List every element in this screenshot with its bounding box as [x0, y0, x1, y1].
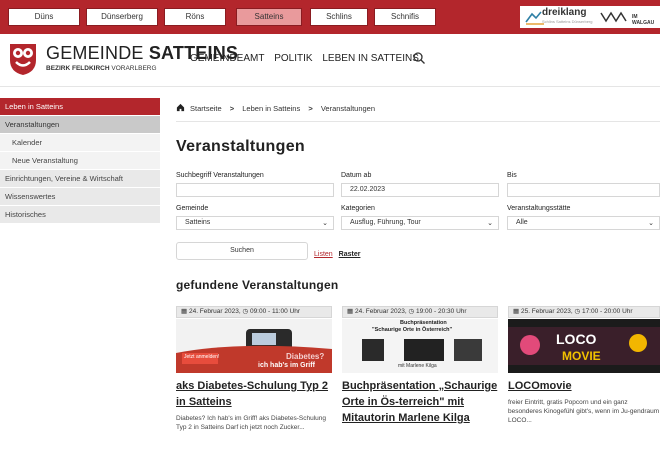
view-list-link[interactable]: Listen	[314, 251, 333, 258]
image-headline: Diabetes?	[286, 352, 325, 361]
event-date: ▦ 24. Februar 2023, ◷ 19:00 - 20:30 Uhr	[342, 306, 498, 318]
main-nav: GEMEINDEAMT POLITIK LEBEN IN SATTEINS	[190, 53, 426, 64]
search-label: Suchbegriff Veranstaltungen	[176, 172, 264, 179]
sidebar-item-leben-in-satteins[interactable]: Leben in Satteins	[0, 98, 160, 116]
image-headline: LOCO	[556, 331, 597, 347]
chevron-down-icon: ⌄	[487, 220, 493, 227]
image-headline: Buchpräsentation	[400, 320, 447, 326]
date-from-input[interactable]: 22.02.2023	[341, 183, 499, 197]
event-title[interactable]: LOCOmovie	[508, 378, 660, 394]
calendar-icon: ▦	[181, 308, 188, 315]
event-date-text: 24. Februar 2023,	[354, 308, 407, 315]
event-date: ▦ 24. Februar 2023, ◷ 09:00 - 11:00 Uhr	[176, 306, 332, 318]
chevron-down-icon: ⌄	[322, 220, 328, 227]
sidebar-item-neue-veranstaltung[interactable]: Neue Veranstaltung	[0, 152, 160, 170]
sidebar-item-veranstaltungen[interactable]: Veranstaltungen	[0, 116, 160, 134]
results-title: gefundene Veranstaltungen	[176, 278, 339, 292]
sidebar-item-einrichtungen[interactable]: Einrichtungen, Vereine & Wirtschaft	[0, 170, 160, 188]
sidebar-item-kalender[interactable]: Kalender	[0, 134, 160, 152]
event-date: ▦ 25. Februar 2023, ◷ 17:00 - 20:00 Uhr	[508, 306, 660, 318]
clock-icon: ◷	[408, 308, 415, 315]
search-input[interactable]	[176, 183, 334, 197]
event-image[interactable]: Buchpräsentation "Schaurige Orte in Öste…	[342, 319, 498, 373]
town-tab-duenserberg[interactable]: Dünserberg	[86, 8, 158, 26]
gemeinde-select-value: Satteins	[185, 219, 211, 226]
dreiklang-tagline: Schlins Satteins Dünserberg	[542, 19, 593, 24]
search-button[interactable]: Suchen	[176, 242, 308, 260]
image-subline: "Schaurige Orte in Österreich"	[372, 327, 453, 333]
kategorien-label: Kategorien	[341, 205, 375, 212]
breadcrumb-separator: >	[229, 104, 235, 113]
event-date-text: 24. Februar 2023,	[188, 308, 241, 315]
search-icon[interactable]	[412, 51, 426, 65]
date-from-label: Datum ab	[341, 172, 372, 179]
staette-select[interactable]: Alle ⌄	[507, 216, 660, 230]
event-card[interactable]: ▦ 25. Februar 2023, ◷ 17:00 - 20:00 Uhr …	[508, 306, 660, 450]
view-toggle: Listen Raster	[314, 251, 364, 258]
walgau-logo[interactable]	[600, 11, 628, 23]
event-time-text: 09:00 - 11:00 Uhr	[249, 308, 301, 315]
subtitle-rest: VORARLBERG	[111, 65, 157, 72]
nav-gemeindeamt[interactable]: GEMEINDEAMT	[190, 53, 264, 64]
breadcrumb-startseite[interactable]: Startseite	[190, 104, 222, 113]
town-tab-schnifis[interactable]: Schnifis	[374, 8, 436, 26]
event-date-text: 25. Februar 2023,	[520, 308, 573, 315]
image-badge: Jetzt anmelden!	[184, 354, 220, 360]
sidebar-item-historisches[interactable]: Historisches	[0, 206, 160, 224]
breadcrumb-separator: >	[308, 104, 313, 113]
gemeinde-label: Gemeinde	[176, 205, 209, 212]
page-title: Veranstaltungen	[176, 138, 305, 155]
date-to-input[interactable]	[507, 183, 660, 197]
event-card[interactable]: ▦ 24. Februar 2023, ◷ 09:00 - 11:00 Uhr …	[176, 306, 332, 450]
staette-select-value: Alle	[516, 219, 528, 226]
event-time-text: 17:00 - 20:00 Uhr	[581, 308, 633, 315]
home-icon[interactable]	[176, 103, 185, 112]
sidebar-item-wissenswertes[interactable]: Wissenswertes	[0, 188, 160, 206]
image-subline: mit Marlene Kilga	[398, 363, 437, 369]
calendar-icon: ▦	[513, 308, 520, 315]
clock-icon: ◷	[574, 308, 581, 315]
breadcrumb-divider	[176, 121, 660, 122]
sidebar: Leben in Satteins Veranstaltungen Kalend…	[0, 98, 160, 224]
walgau-wordmark: IM WALGAU	[632, 14, 655, 26]
event-image[interactable]: Jetzt anmelden! Diabetes? ich hab's im G…	[176, 319, 332, 373]
kategorien-select-value: Ausflug, Führung, Tour	[350, 219, 421, 226]
breadcrumb-veranstaltungen[interactable]: Veranstaltungen	[321, 104, 375, 113]
gemeinde-select[interactable]: Satteins ⌄	[176, 216, 334, 230]
chevron-down-icon: ⌄	[648, 220, 654, 227]
town-tab-satteins[interactable]: Satteins	[236, 8, 302, 26]
header-divider	[0, 86, 660, 87]
municipality-subtitle: BEZIRK FELDKIRCH VORARLBERG	[46, 65, 157, 72]
view-grid-link[interactable]: Raster	[339, 251, 361, 258]
event-image[interactable]: LOCO MOVIE	[508, 319, 660, 373]
subtitle-bold: BEZIRK FELDKIRCH	[46, 65, 110, 72]
nav-leben-in-satteins[interactable]: LEBEN IN SATTEINS	[322, 53, 419, 64]
clock-icon: ◷	[242, 308, 249, 315]
image-subline: MOVIE	[562, 349, 601, 363]
breadcrumb: Startseite > Leben in Satteins > Veranst…	[190, 104, 375, 113]
town-tab-roens[interactable]: Röns	[164, 8, 226, 26]
nav-politik[interactable]: POLITIK	[274, 53, 312, 64]
date-to-label: Bis	[507, 172, 517, 179]
image-subline: ich hab's im Griff	[258, 362, 315, 369]
municipality-bar: Düns Dünserberg Röns Satteins Schlins Sc…	[0, 0, 660, 34]
event-teaser: Diabetes? Ich hab's im Griff! aks Diabet…	[176, 415, 326, 431]
event-time-text: 19:00 - 20:30 Uhr	[415, 308, 467, 315]
partner-logos: dreiklang Schlins Satteins Dünserberg IM…	[520, 6, 660, 28]
calendar-icon: ▦	[347, 308, 354, 315]
town-tab-schlins[interactable]: Schlins	[310, 8, 368, 26]
kategorien-select[interactable]: Ausflug, Führung, Tour ⌄	[341, 216, 499, 230]
event-title[interactable]: Buchpräsentation „Schaurige Orte in Ös-t…	[342, 378, 498, 426]
event-title[interactable]: aks Diabetes-Schulung Typ 2 in Satteins	[176, 378, 332, 410]
breadcrumb-leben-in-satteins[interactable]: Leben in Satteins	[242, 104, 300, 113]
site-header: GEMEINDE SATTEINS BEZIRK FELDKIRCH VORAR…	[0, 34, 660, 86]
event-card[interactable]: ▦ 24. Februar 2023, ◷ 19:00 - 20:30 Uhr …	[342, 306, 498, 450]
event-teaser: freier Eintritt, gratis Popcorn und ein …	[508, 399, 660, 424]
dreiklang-wordmark: dreiklang	[542, 7, 587, 18]
coat-of-arms-icon[interactable]	[8, 42, 38, 76]
staette-label: Veranstaltungsstätte	[507, 205, 571, 212]
title-prefix: GEMEINDE	[46, 43, 144, 63]
town-tab-duens[interactable]: Düns	[8, 8, 80, 26]
